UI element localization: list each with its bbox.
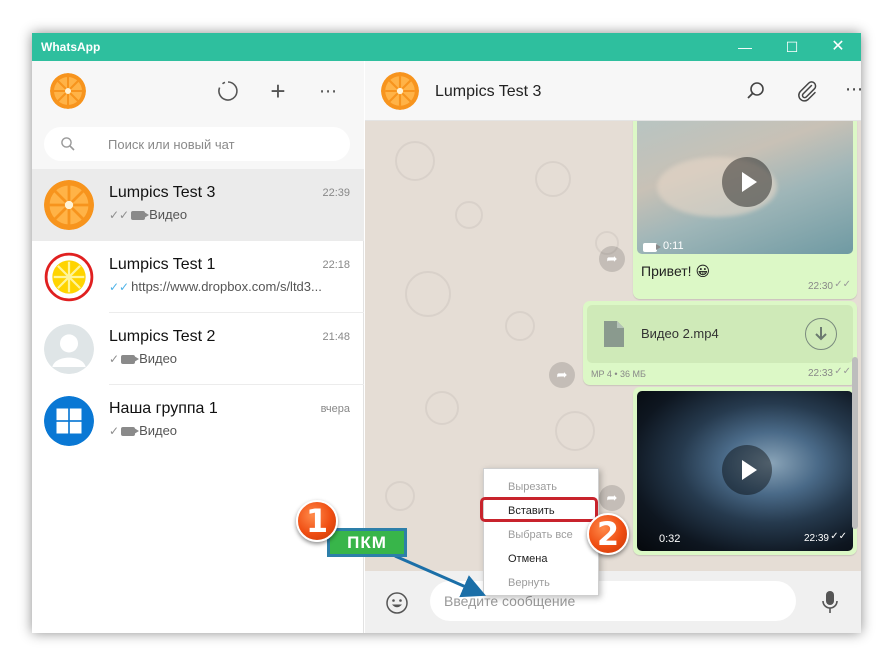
step-badge-1: 1: [296, 500, 338, 542]
right-click-label: ПКМ: [327, 528, 407, 557]
annotation-arrow: [394, 554, 486, 598]
step-badge-2: 2: [587, 513, 629, 555]
